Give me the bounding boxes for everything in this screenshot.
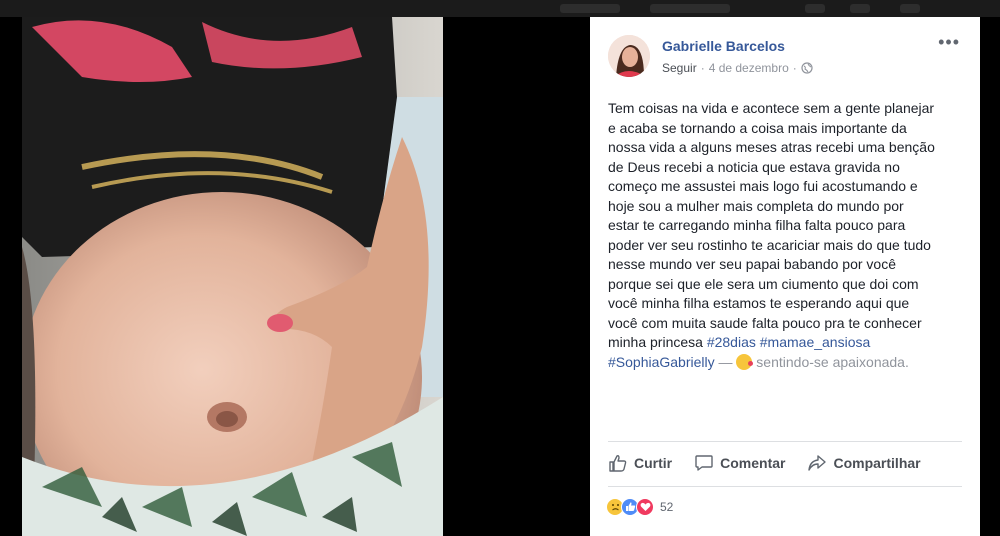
like-label: Curtir bbox=[634, 455, 673, 471]
author-avatar[interactable] bbox=[608, 35, 650, 77]
nav-ghost-item bbox=[560, 4, 620, 13]
post-text-line: #SophiaGabrielly — sentindo-se apaixonad… bbox=[608, 353, 968, 373]
post-actions: Curtir Comentar Compartilhar bbox=[608, 452, 962, 474]
post-text-line: hoje sou a mulher mais completa do mundo… bbox=[608, 197, 904, 214]
feeling-dash: — bbox=[718, 353, 733, 370]
comment-icon bbox=[695, 455, 713, 471]
top-navigation-bar bbox=[0, 0, 1000, 17]
comment-button[interactable]: Comentar bbox=[694, 453, 785, 473]
share-label: Compartilhar bbox=[833, 455, 921, 471]
smiling-face-with-heart-icon bbox=[736, 353, 754, 370]
divider bbox=[608, 441, 962, 442]
post-text-line: você minha filha estamos te esperando aq… bbox=[608, 295, 910, 311]
share-button[interactable]: Compartilhar bbox=[807, 453, 921, 473]
post-text-line: minha princesa #28dias #mamae_ansiosa bbox=[608, 333, 968, 353]
post-text: Tem coisas na vida e acontece sem a gent… bbox=[608, 99, 968, 372]
nav-ghost-item bbox=[650, 4, 730, 13]
author-name[interactable]: Gabrielle Barcelos bbox=[662, 38, 785, 54]
post-meta: Seguir · 4 de dezembro · bbox=[662, 61, 813, 75]
thumbs-up-icon bbox=[609, 455, 627, 472]
post-text-line: poder ver seu rostinho te acariciar mais… bbox=[608, 236, 931, 253]
post-text-line: e acaba se tornando a coisa mais importa… bbox=[608, 119, 907, 136]
feeling-text[interactable]: sentindo-se apaixonada. bbox=[756, 354, 909, 370]
post-text-line: nesse mundo ver seu papai babando por vo… bbox=[608, 256, 896, 272]
post-text-line: começo me assustei mais logo fui acostum… bbox=[608, 178, 918, 194]
reaction-icons bbox=[606, 498, 654, 516]
share-icon bbox=[808, 455, 827, 471]
post-text-line: de Deus recebi a noticia que estava grav… bbox=[608, 158, 900, 175]
post-text-line: porque sei que ele sera um ciumento que … bbox=[608, 275, 919, 292]
follow-link[interactable]: Seguir bbox=[662, 61, 697, 75]
nav-ghost-item bbox=[805, 4, 825, 13]
reactions-summary[interactable]: 52 bbox=[606, 498, 673, 516]
nav-ghost-item bbox=[900, 4, 920, 13]
post-text-line: nossa vida a alguns meses atras recebi u… bbox=[608, 139, 935, 155]
post-photo[interactable] bbox=[22, 17, 443, 536]
post-photo-illustration bbox=[22, 17, 443, 536]
like-button[interactable]: Curtir bbox=[608, 453, 672, 473]
globe-icon[interactable] bbox=[801, 62, 813, 74]
post-date[interactable]: 4 de dezembro bbox=[709, 61, 789, 75]
post-text-line: estar te carregando minha filha falta po… bbox=[608, 217, 906, 233]
avatar-image bbox=[608, 35, 650, 77]
meta-separator: · bbox=[792, 61, 797, 75]
post-text-prefix: minha princesa bbox=[608, 334, 703, 350]
more-options-button[interactable]: ••• bbox=[938, 33, 960, 51]
divider bbox=[608, 486, 962, 487]
hashtag-28dias[interactable]: #28dias bbox=[707, 334, 756, 350]
reaction-count[interactable]: 52 bbox=[660, 500, 673, 514]
post-text-line: você com muita saude falta pouco pra te … bbox=[608, 314, 922, 331]
post-panel: Gabrielle Barcelos Seguir · 4 de dezembr… bbox=[590, 17, 980, 536]
nav-ghost-item bbox=[850, 4, 870, 13]
hashtag-mamae-ansiosa[interactable]: #mamae_ansiosa bbox=[760, 334, 871, 350]
meta-separator: · bbox=[700, 61, 705, 75]
hashtag-sophiagabrielly[interactable]: #SophiaGabrielly bbox=[608, 354, 715, 370]
post-text-line: Tem coisas na vida e acontece sem a gent… bbox=[608, 100, 935, 116]
comment-label: Comentar bbox=[720, 455, 786, 471]
love-reaction-icon bbox=[636, 498, 654, 516]
